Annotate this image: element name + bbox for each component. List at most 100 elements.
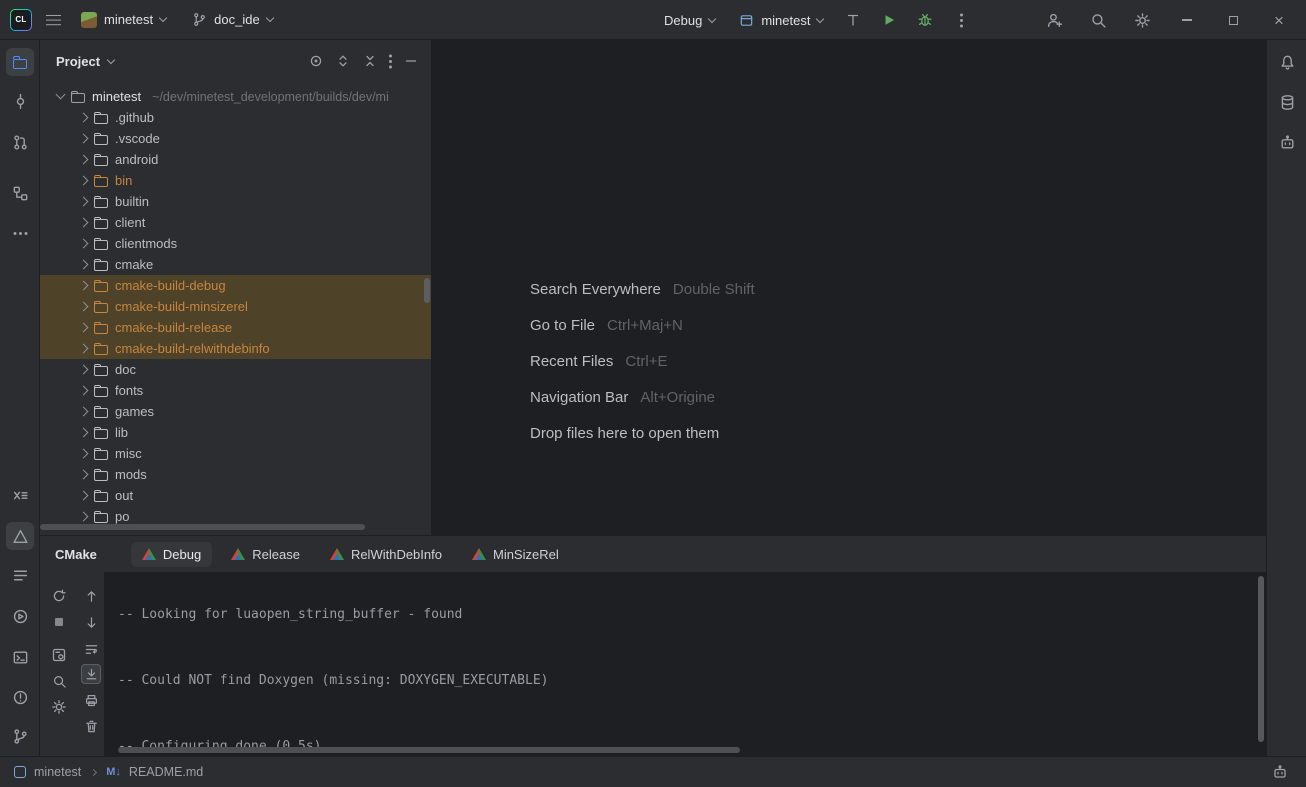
cmake-settings-button[interactable] [49,645,69,665]
run-button[interactable] [877,8,901,32]
console-horizontal-scrollbar[interactable] [118,747,740,753]
chevron-right-icon[interactable] [79,176,89,186]
database-tool-button[interactable] [1273,88,1301,116]
chevron-right-icon[interactable] [79,239,89,249]
search-everywhere-button[interactable] [1086,8,1110,32]
tree-item-selected[interactable]: cmake-build-relwithdebinfo [40,338,431,359]
locate-file-icon[interactable] [308,53,324,69]
chevron-right-icon[interactable] [79,113,89,123]
ai-assistant-status-button[interactable] [1268,760,1292,784]
cmake-tab-relwithdebinfo[interactable]: RelWithDebInfo [319,542,453,567]
stop-cmake-button[interactable] [49,612,69,632]
settings-button[interactable] [1130,8,1154,32]
project-panel-title[interactable]: Project [56,54,100,69]
chevron-right-icon[interactable] [79,512,89,522]
console-settings-button[interactable] [49,697,69,717]
tree-item[interactable]: .github [40,107,431,128]
tree-root-row[interactable]: minetest ~/dev/minetest_development/buil… [40,86,431,107]
tree-item[interactable]: builtin [40,191,431,212]
chevron-right-icon[interactable] [79,260,89,270]
panel-options-icon[interactable] [389,60,392,63]
tree-item-selected[interactable]: cmake-build-debug [40,275,431,296]
build-type-dropdown[interactable]: Debug [658,9,721,32]
cmake-tab-release[interactable]: Release [220,542,311,567]
main-menu-icon[interactable] [46,14,61,26]
minimize-button[interactable] [1174,7,1200,33]
chevron-right-icon[interactable] [79,470,89,480]
notifications-tool-button[interactable] [1273,48,1301,76]
chevron-right-icon[interactable] [79,197,89,207]
table-tool-button[interactable] [6,481,34,509]
project-tool-button[interactable] [6,48,34,76]
tree-item[interactable]: bin [40,170,431,191]
cmake-panel-title[interactable]: CMake [55,547,97,562]
tree-item[interactable]: lib [40,422,431,443]
debug-button[interactable] [913,8,937,32]
chevron-right-icon[interactable] [79,281,89,291]
tree-item[interactable]: client [40,212,431,233]
close-button[interactable]: × [1266,7,1292,33]
print-button[interactable] [81,690,101,710]
next-message-button[interactable] [81,612,101,632]
clear-all-button[interactable] [81,716,101,736]
tree-item[interactable]: clientmods [40,233,431,254]
ai-assistant-tool-button[interactable] [1273,128,1301,156]
chevron-right-icon[interactable] [79,134,89,144]
breadcrumb-project[interactable]: minetest [34,765,81,779]
tree-item[interactable]: android [40,149,431,170]
tree-item[interactable]: cmake [40,254,431,275]
chevron-right-icon[interactable] [79,407,89,417]
maximize-button[interactable] [1220,7,1246,33]
chevron-right-icon[interactable] [79,302,89,312]
problems-tool-button[interactable] [6,683,34,711]
structure-tool-button[interactable] [6,179,34,207]
more-actions-button[interactable] [949,8,973,32]
tree-item[interactable]: .vscode [40,128,431,149]
expand-all-icon[interactable] [335,53,351,69]
tree-item[interactable]: mods [40,464,431,485]
scroll-to-end-button[interactable] [81,664,101,684]
run-configuration-dropdown[interactable]: minetest [733,9,829,32]
cmake-tab-minsizerel[interactable]: MinSizeRel [461,542,570,567]
commit-tool-button[interactable] [6,87,34,115]
console-vertical-scrollbar[interactable] [1258,576,1264,742]
reload-cmake-button[interactable] [49,586,69,606]
project-vertical-scrollbar[interactable] [424,278,430,303]
soft-wrap-button[interactable] [81,639,101,659]
chevron-right-icon[interactable] [79,449,89,459]
project-selector[interactable]: minetest [75,8,172,32]
version-control-tool-button[interactable] [6,722,34,750]
chevron-right-icon[interactable] [79,323,89,333]
tree-item-selected[interactable]: cmake-build-release [40,317,431,338]
cmake-console-output[interactable]: -- Looking for luaopen_string_buffer - f… [104,572,1266,756]
chevron-right-icon[interactable] [79,218,89,228]
hide-panel-icon[interactable] [403,53,419,69]
todo-tool-button[interactable] [6,561,34,589]
cmake-tab-debug[interactable]: Debug [131,542,212,567]
more-tools-button[interactable] [6,219,34,247]
tree-item[interactable]: out [40,485,431,506]
tree-item[interactable]: fonts [40,380,431,401]
pull-requests-tool-button[interactable] [6,128,34,156]
run-tool-button[interactable] [6,602,34,630]
previous-message-button[interactable] [81,586,101,606]
chevron-right-icon[interactable] [79,365,89,375]
tree-item[interactable]: games [40,401,431,422]
chevron-right-icon[interactable] [79,155,89,165]
tree-item[interactable]: misc [40,443,431,464]
chevron-right-icon[interactable] [79,344,89,354]
tree-item[interactable]: doc [40,359,431,380]
chevron-right-icon[interactable] [79,386,89,396]
collapse-all-icon[interactable] [362,53,378,69]
chevron-right-icon[interactable] [79,428,89,438]
branch-selector[interactable]: doc_ide [186,8,279,31]
project-horizontal-scrollbar[interactable] [40,524,365,530]
chevron-right-icon[interactable] [79,491,89,501]
cmake-tool-button[interactable] [6,522,34,550]
chevron-down-icon[interactable] [56,90,66,100]
build-hammer-button[interactable] [841,8,865,32]
cache-variables-button[interactable] [49,671,69,691]
terminal-tool-button[interactable] [6,643,34,671]
breadcrumb-file[interactable]: README.md [129,765,203,779]
code-with-me-button[interactable] [1042,8,1066,32]
